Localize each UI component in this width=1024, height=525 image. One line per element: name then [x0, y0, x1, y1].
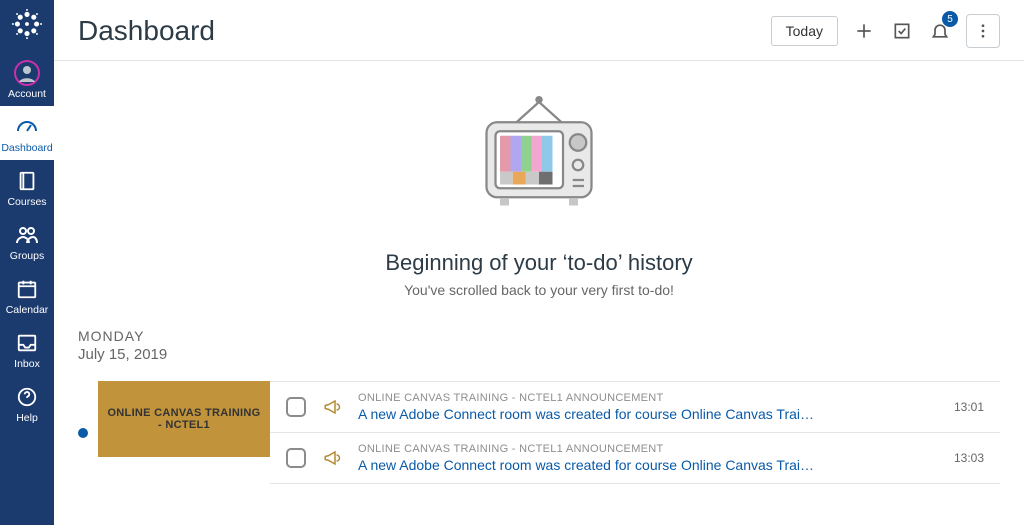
calendar-icon [14, 276, 40, 302]
nav-help-label: Help [16, 412, 38, 424]
complete-checkbox[interactable] [286, 397, 306, 417]
nav-inbox-label: Inbox [14, 358, 40, 370]
planner-item-body: ONLINE CANVAS TRAINING - NCTEL1 ANNOUNCE… [358, 392, 938, 422]
header-bar: Dashboard Today 5 [54, 0, 1024, 61]
nav-dashboard[interactable]: Dashboard [0, 106, 54, 160]
nav-courses-label: Courses [7, 196, 46, 208]
inbox-icon [14, 330, 40, 356]
planner-item: ONLINE CANVAS TRAINING - NCTEL1 ANNOUNCE… [270, 382, 1000, 433]
planner-item-body: ONLINE CANVAS TRAINING - NCTEL1 ANNOUNCE… [358, 443, 938, 473]
main-area: Dashboard Today 5 [54, 0, 1024, 525]
day-block: ONLINE CANVAS TRAINING - NCTEL1 ONLINE C… [78, 381, 1000, 484]
nav-account[interactable]: Account [0, 52, 54, 106]
canvas-logo [9, 6, 45, 42]
planner-item-title[interactable]: A new Adobe Connect room was created for… [358, 457, 938, 473]
dashboard-options-button[interactable] [966, 14, 1000, 48]
date-label: July 15, 2019 [78, 346, 1000, 363]
nav-calendar-label: Calendar [6, 304, 49, 316]
global-nav: Account Dashboard Courses Groups Calenda… [0, 0, 54, 525]
announcement-icon [322, 397, 342, 417]
planner-content: Beginning of your ‘to-do’ history You've… [54, 61, 1024, 525]
planner-item-time: 13:01 [954, 400, 984, 414]
nav-courses[interactable]: Courses [0, 160, 54, 214]
speedometer-icon [14, 114, 40, 140]
nav-calendar[interactable]: Calendar [0, 268, 54, 322]
notifications-button[interactable]: 5 [928, 19, 952, 43]
planner-empty-state: Beginning of your ‘to-do’ history You've… [78, 81, 1000, 298]
day-heading: MONDAY July 15, 2019 [78, 328, 1000, 363]
empty-subtext: You've scrolled back to your very first … [404, 282, 674, 298]
nav-account-label: Account [8, 88, 46, 100]
course-tile[interactable]: ONLINE CANVAS TRAINING - NCTEL1 [98, 381, 270, 457]
planner-item: ONLINE CANVAS TRAINING - NCTEL1 ANNOUNCE… [270, 433, 1000, 484]
user-avatar-icon [14, 60, 40, 86]
empty-heading: Beginning of your ‘to-do’ history [385, 250, 692, 276]
planner-item-time: 13:03 [954, 451, 984, 465]
book-icon [14, 168, 40, 194]
new-activity-dot-icon [78, 428, 88, 438]
nav-groups-label: Groups [10, 250, 44, 262]
today-button[interactable]: Today [771, 16, 838, 46]
announcement-icon [322, 448, 342, 468]
notifications-badge: 5 [942, 11, 958, 27]
nav-dashboard-label: Dashboard [1, 142, 52, 154]
tv-illustration-icon [464, 81, 614, 236]
planner-item-title[interactable]: A new Adobe Connect room was created for… [358, 406, 938, 422]
complete-checkbox[interactable] [286, 448, 306, 468]
planner-item-context: ONLINE CANVAS TRAINING - NCTEL1 ANNOUNCE… [358, 443, 938, 455]
nav-groups[interactable]: Groups [0, 214, 54, 268]
planner-item-context: ONLINE CANVAS TRAINING - NCTEL1 ANNOUNCE… [358, 392, 938, 404]
page-title: Dashboard [78, 15, 757, 47]
planner-items: ONLINE CANVAS TRAINING - NCTEL1 ANNOUNCE… [270, 381, 1000, 484]
nav-help[interactable]: Help [0, 376, 54, 430]
help-icon [14, 384, 40, 410]
add-button[interactable] [852, 19, 876, 43]
people-icon [14, 222, 40, 248]
nav-inbox[interactable]: Inbox [0, 322, 54, 376]
weekday-label: MONDAY [78, 328, 1000, 344]
grades-button[interactable] [890, 19, 914, 43]
